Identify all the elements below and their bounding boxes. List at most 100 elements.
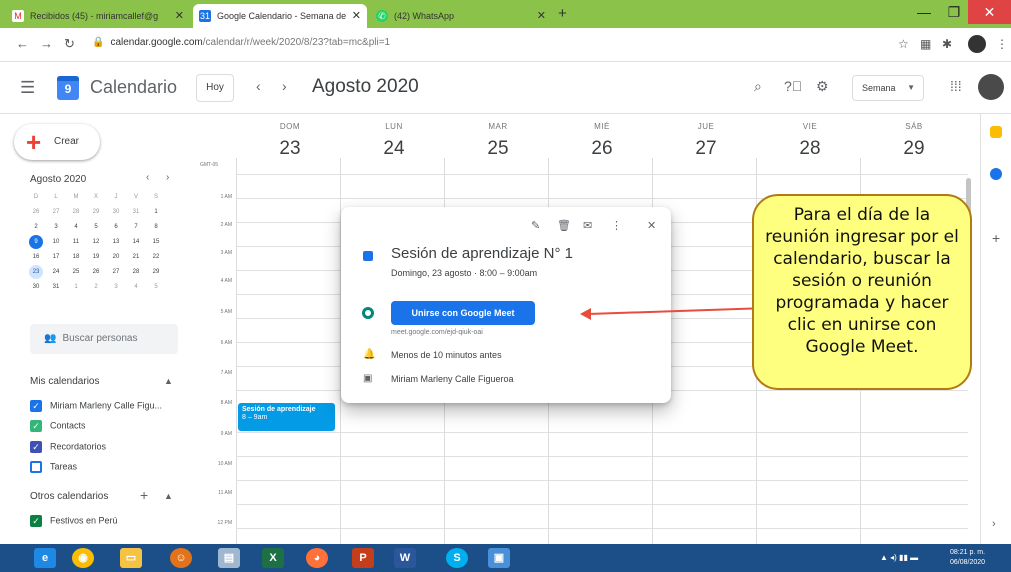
mini-day[interactable]: 2 <box>26 220 46 235</box>
mini-day[interactable]: 22 <box>146 250 166 265</box>
mini-day[interactable]: 8 <box>146 220 166 235</box>
maximize-button[interactable]: ❐ <box>938 0 970 24</box>
tab-whatsapp[interactable]: ✆ (42) WhatsApp ✕ <box>370 4 552 28</box>
day-number[interactable]: 23 <box>238 138 342 160</box>
add-addon-icon[interactable]: + <box>992 230 1000 246</box>
mini-day[interactable]: 27 <box>106 265 126 280</box>
mini-day[interactable]: 17 <box>46 250 66 265</box>
word-icon[interactable]: W <box>394 548 416 568</box>
create-button[interactable]: + Crear <box>14 124 100 160</box>
firefox-icon[interactable]: ◕ <box>306 548 328 568</box>
search-people-input[interactable]: 👥 Buscar personas <box>30 324 178 354</box>
close-window-button[interactable]: ✕ <box>968 0 1011 24</box>
mini-day[interactable]: 28 <box>126 265 146 280</box>
mini-day[interactable]: 29 <box>86 205 106 220</box>
join-google-meet-button[interactable]: Unirse con Google Meet <box>391 301 535 325</box>
media-player-icon[interactable]: ☺ <box>170 548 192 568</box>
other-calendars-title[interactable]: Otros calendarios <box>30 491 108 502</box>
mini-day[interactable]: 15 <box>146 235 166 250</box>
excel-icon[interactable]: X <box>262 548 284 568</box>
checkbox-checked-icon[interactable]: ✓ <box>30 420 42 432</box>
mini-prev-month-icon[interactable]: ‹ <box>146 172 149 183</box>
day-number[interactable]: 29 <box>862 138 966 160</box>
mini-day[interactable]: 3 <box>46 220 66 235</box>
mini-day[interactable]: 6 <box>106 220 126 235</box>
close-tab-icon[interactable]: ✕ <box>175 4 184 28</box>
close-tab-icon[interactable]: ✕ <box>537 4 546 28</box>
settings-icon[interactable]: ⚙ <box>816 78 829 95</box>
next-week-icon[interactable]: › <box>282 78 287 94</box>
checkbox-checked-icon[interactable]: ✓ <box>30 441 42 453</box>
email-icon[interactable]: ✉ <box>583 219 592 232</box>
meet-link[interactable]: meet.google.com/ejd-qiuk-oai <box>391 329 483 336</box>
day-number[interactable]: 25 <box>446 138 550 160</box>
mini-day[interactable]: 26 <box>86 265 106 280</box>
url-field[interactable]: 🔒 calendar.google.com/calendar/r/week/202… <box>92 37 390 48</box>
mini-day[interactable]: 18 <box>66 250 86 265</box>
mini-day[interactable]: 5 <box>146 280 166 295</box>
mini-day[interactable]: 5 <box>86 220 106 235</box>
my-calendars-title[interactable]: Mis calendarios <box>30 376 99 387</box>
chevron-up-icon[interactable]: ▲ <box>164 376 173 386</box>
notepad-icon[interactable]: ▤ <box>218 548 240 568</box>
calendar-item-tasks[interactable]: Tareas <box>30 461 77 473</box>
mini-day[interactable]: 13 <box>106 235 126 250</box>
mini-day[interactable]: 2 <box>86 280 106 295</box>
delete-icon[interactable]: 🗑 <box>557 219 571 232</box>
calendar-item-holidays[interactable]: ✓ Festivos en Perú <box>30 515 118 527</box>
taskbar-clock[interactable]: 08:21 p. m. 06/08/2020 <box>950 548 985 568</box>
day-number[interactable]: 24 <box>342 138 446 160</box>
checkbox-unchecked-icon[interactable] <box>30 461 42 473</box>
bookmark-star-icon[interactable]: ☆ <box>898 37 909 51</box>
help-icon[interactable]: ?⃝ <box>784 78 802 94</box>
main-menu-icon[interactable]: ☰ <box>20 78 35 98</box>
chrome-icon[interactable]: ◉ <box>72 548 94 568</box>
account-avatar[interactable] <box>978 74 1004 100</box>
mini-day[interactable]: 29 <box>146 265 166 280</box>
tasks-icon[interactable] <box>990 168 1002 180</box>
search-icon[interactable]: ⌕ <box>754 78 762 95</box>
checkbox-checked-icon[interactable]: ✓ <box>30 400 42 412</box>
forward-icon[interactable]: → <box>40 36 53 51</box>
mini-day-today[interactable]: 9 <box>26 235 46 250</box>
calendar-item-miriam[interactable]: ✓ Miriam Marleny Calle Figu... <box>30 400 162 412</box>
close-tab-icon[interactable]: ✕ <box>352 4 361 28</box>
browser-menu-icon[interactable]: ⋮ <box>996 37 1008 51</box>
mini-day[interactable]: 25 <box>66 265 86 280</box>
mini-day-selected[interactable]: 23 <box>26 265 46 280</box>
day-number[interactable]: 28 <box>758 138 862 160</box>
more-options-icon[interactable]: ⋮ <box>611 219 622 232</box>
view-selector[interactable]: Semana ▼ <box>852 75 924 101</box>
mini-day[interactable]: 16 <box>26 250 46 265</box>
mini-day[interactable]: 12 <box>86 235 106 250</box>
mini-day[interactable]: 14 <box>126 235 146 250</box>
mini-day[interactable]: 4 <box>126 280 146 295</box>
calendar-event-block[interactable]: Sesión de aprendizaje 8 – 9am <box>238 403 335 431</box>
mini-day[interactable]: 1 <box>146 205 166 220</box>
chevron-right-icon[interactable]: › <box>992 518 996 530</box>
mini-day[interactable]: 19 <box>86 250 106 265</box>
mini-day[interactable]: 30 <box>106 205 126 220</box>
mini-day[interactable]: 10 <box>46 235 66 250</box>
close-icon[interactable]: ✕ <box>647 219 656 232</box>
day-number[interactable]: 26 <box>550 138 654 160</box>
system-tray-icons[interactable]: ▲ ◂) ▮▮ ▬ <box>880 553 918 562</box>
tab-google-calendar[interactable]: 31 Google Calendario - Semana de ✕ <box>193 4 367 28</box>
mini-next-month-icon[interactable]: › <box>166 172 169 183</box>
new-tab-button[interactable]: + <box>558 5 567 22</box>
edit-icon[interactable]: ✎ <box>531 219 540 232</box>
mini-day[interactable]: 4 <box>66 220 86 235</box>
calendar-item-reminders[interactable]: ✓ Recordatorios <box>30 441 106 453</box>
calendar-logo[interactable]: 9 <box>57 76 79 100</box>
mini-day[interactable]: 27 <box>46 205 66 220</box>
file-explorer-icon[interactable]: ▭ <box>120 548 142 568</box>
minimize-button[interactable]: — <box>908 0 940 24</box>
apps-grid-icon[interactable]: ⁞⁞⁞ <box>950 78 962 94</box>
mini-day[interactable]: 11 <box>66 235 86 250</box>
extension-icon[interactable]: ▦ <box>920 37 931 51</box>
previous-week-icon[interactable]: ‹ <box>256 78 261 94</box>
browser-profile-avatar[interactable] <box>968 35 986 53</box>
keep-icon[interactable] <box>990 126 1002 138</box>
calendar-item-contacts[interactable]: ✓ Contacts <box>30 420 86 432</box>
mini-day[interactable]: 21 <box>126 250 146 265</box>
